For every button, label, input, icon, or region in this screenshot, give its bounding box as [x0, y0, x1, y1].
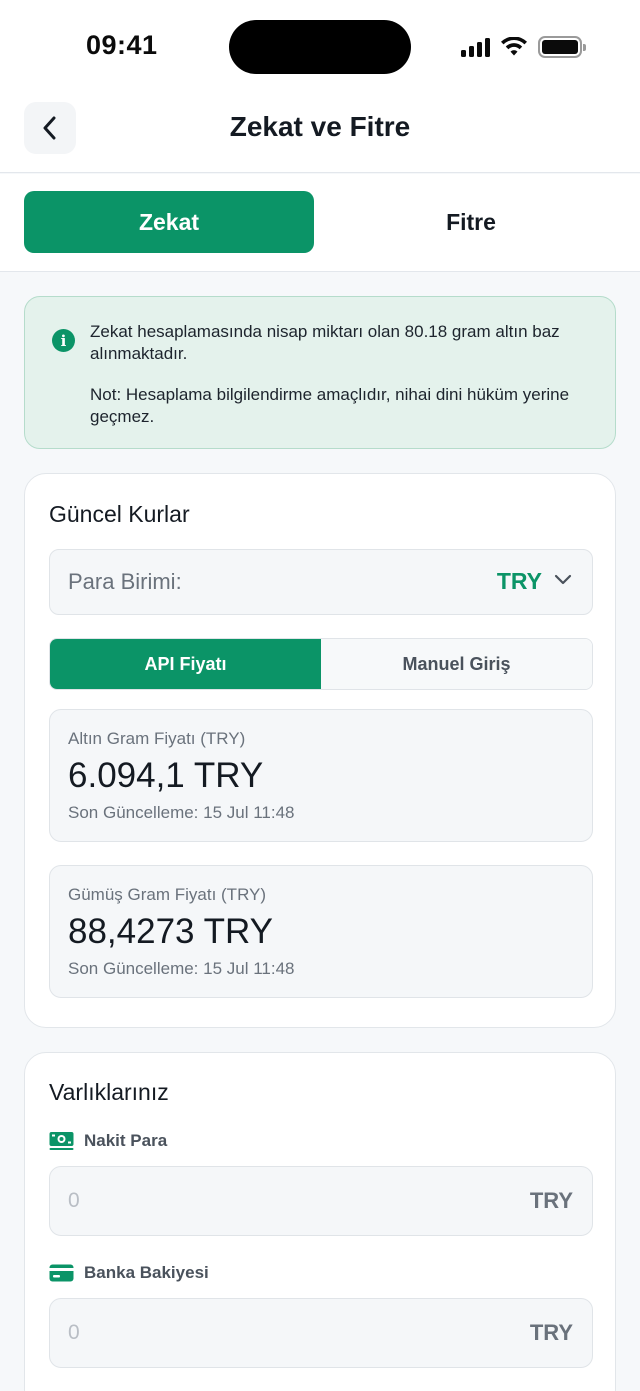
currency-label: Para Birimi: — [68, 569, 182, 594]
tab-bar: Zekat Fitre — [0, 174, 640, 272]
cellular-signal-icon — [461, 37, 490, 57]
header: Zekat ve Fitre — [0, 96, 640, 173]
gold-last-updated: Son Güncelleme: 15 Jul 11:48 — [68, 803, 295, 822]
bank-unit: TRY — [529, 1320, 573, 1345]
tab-zekat[interactable]: Zekat — [24, 191, 314, 253]
gold-price-value: 6.094,1 TRY — [68, 756, 264, 795]
bank-label-row: Banka Bakiyesi — [49, 1263, 209, 1283]
status-time: 09:41 — [86, 30, 158, 60]
status-bar: 09:41 — [0, 0, 640, 96]
battery-icon — [538, 36, 586, 58]
assets-title: Varlıklarınız — [49, 1079, 169, 1105]
cash-label-row: Nakit Para — [49, 1131, 167, 1151]
info-disclaimer-text: Not: Hesaplama bilgilendirme amaçlıdır, … — [90, 385, 570, 426]
silver-price-label: Gümüş Gram Fiyatı (TRY) — [68, 885, 267, 904]
silver-price-value: 88,4273 TRY — [68, 912, 273, 951]
cash-input[interactable]: 0 TRY — [49, 1166, 593, 1236]
bank-balance-input[interactable]: 0 TRY — [49, 1298, 593, 1368]
rates-title: Güncel Kurlar — [49, 501, 190, 527]
cash-input-placeholder: 0 — [68, 1189, 80, 1212]
cash-label: Nakit Para — [84, 1131, 168, 1150]
silver-last-updated: Son Güncelleme: 15 Jul 11:48 — [68, 959, 295, 978]
rates-card: Güncel Kurlar Para Birimi: TRY API Fiyat… — [24, 473, 616, 1028]
api-price-option[interactable]: API Fiyatı — [50, 639, 321, 689]
bank-input-placeholder: 0 — [68, 1321, 80, 1344]
info-icon: i — [52, 329, 75, 352]
status-icons — [461, 34, 586, 60]
currency-select[interactable]: Para Birimi: TRY — [49, 549, 593, 615]
info-nisap-text: Zekat hesaplamasında nisap miktarı olan … — [90, 322, 560, 363]
money-icon — [49, 1132, 74, 1150]
price-source-toggle: API Fiyatı Manuel Giriş — [49, 638, 593, 690]
info-notice: i Zekat hesaplamasında nisap miktarı ola… — [24, 296, 616, 449]
assets-card: Varlıklarınız Nakit Para 0 TRY Banka Bak… — [24, 1052, 616, 1391]
manual-entry-option[interactable]: Manuel Giriş — [321, 639, 592, 689]
silver-price-box: Gümüş Gram Fiyatı (TRY) 88,4273 TRY Son … — [49, 865, 593, 998]
gold-price-label: Altın Gram Fiyatı (TRY) — [68, 729, 246, 748]
bank-label: Banka Bakiyesi — [84, 1263, 209, 1282]
credit-card-icon — [49, 1264, 74, 1282]
gold-price-box: Altın Gram Fiyatı (TRY) 6.094,1 TRY Son … — [49, 709, 593, 842]
chevron-down-icon — [554, 574, 572, 585]
cash-unit: TRY — [529, 1188, 573, 1213]
dynamic-island — [229, 20, 411, 74]
currency-value: TRY — [496, 568, 542, 594]
info-text: Zekat hesaplamasında nisap miktarı olan … — [90, 321, 590, 428]
tab-fitre[interactable]: Fitre — [326, 191, 616, 253]
page-title: Zekat ve Fitre — [229, 111, 411, 142]
wifi-icon — [501, 37, 527, 56]
